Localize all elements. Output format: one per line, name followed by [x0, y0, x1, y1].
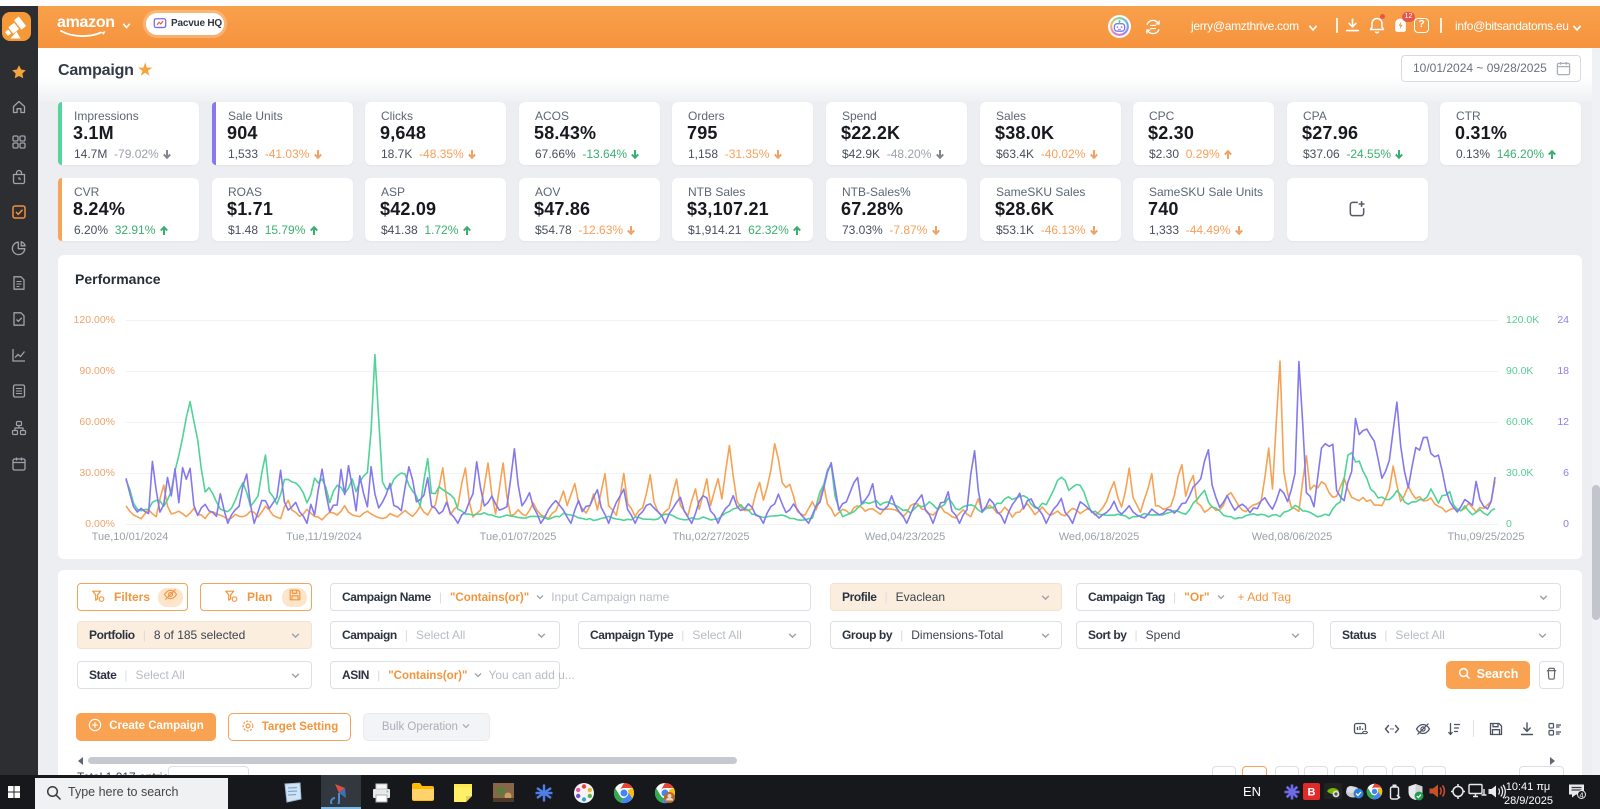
svg-text:4: 4 — [1579, 790, 1583, 799]
svg-text:B: B — [1308, 787, 1316, 799]
